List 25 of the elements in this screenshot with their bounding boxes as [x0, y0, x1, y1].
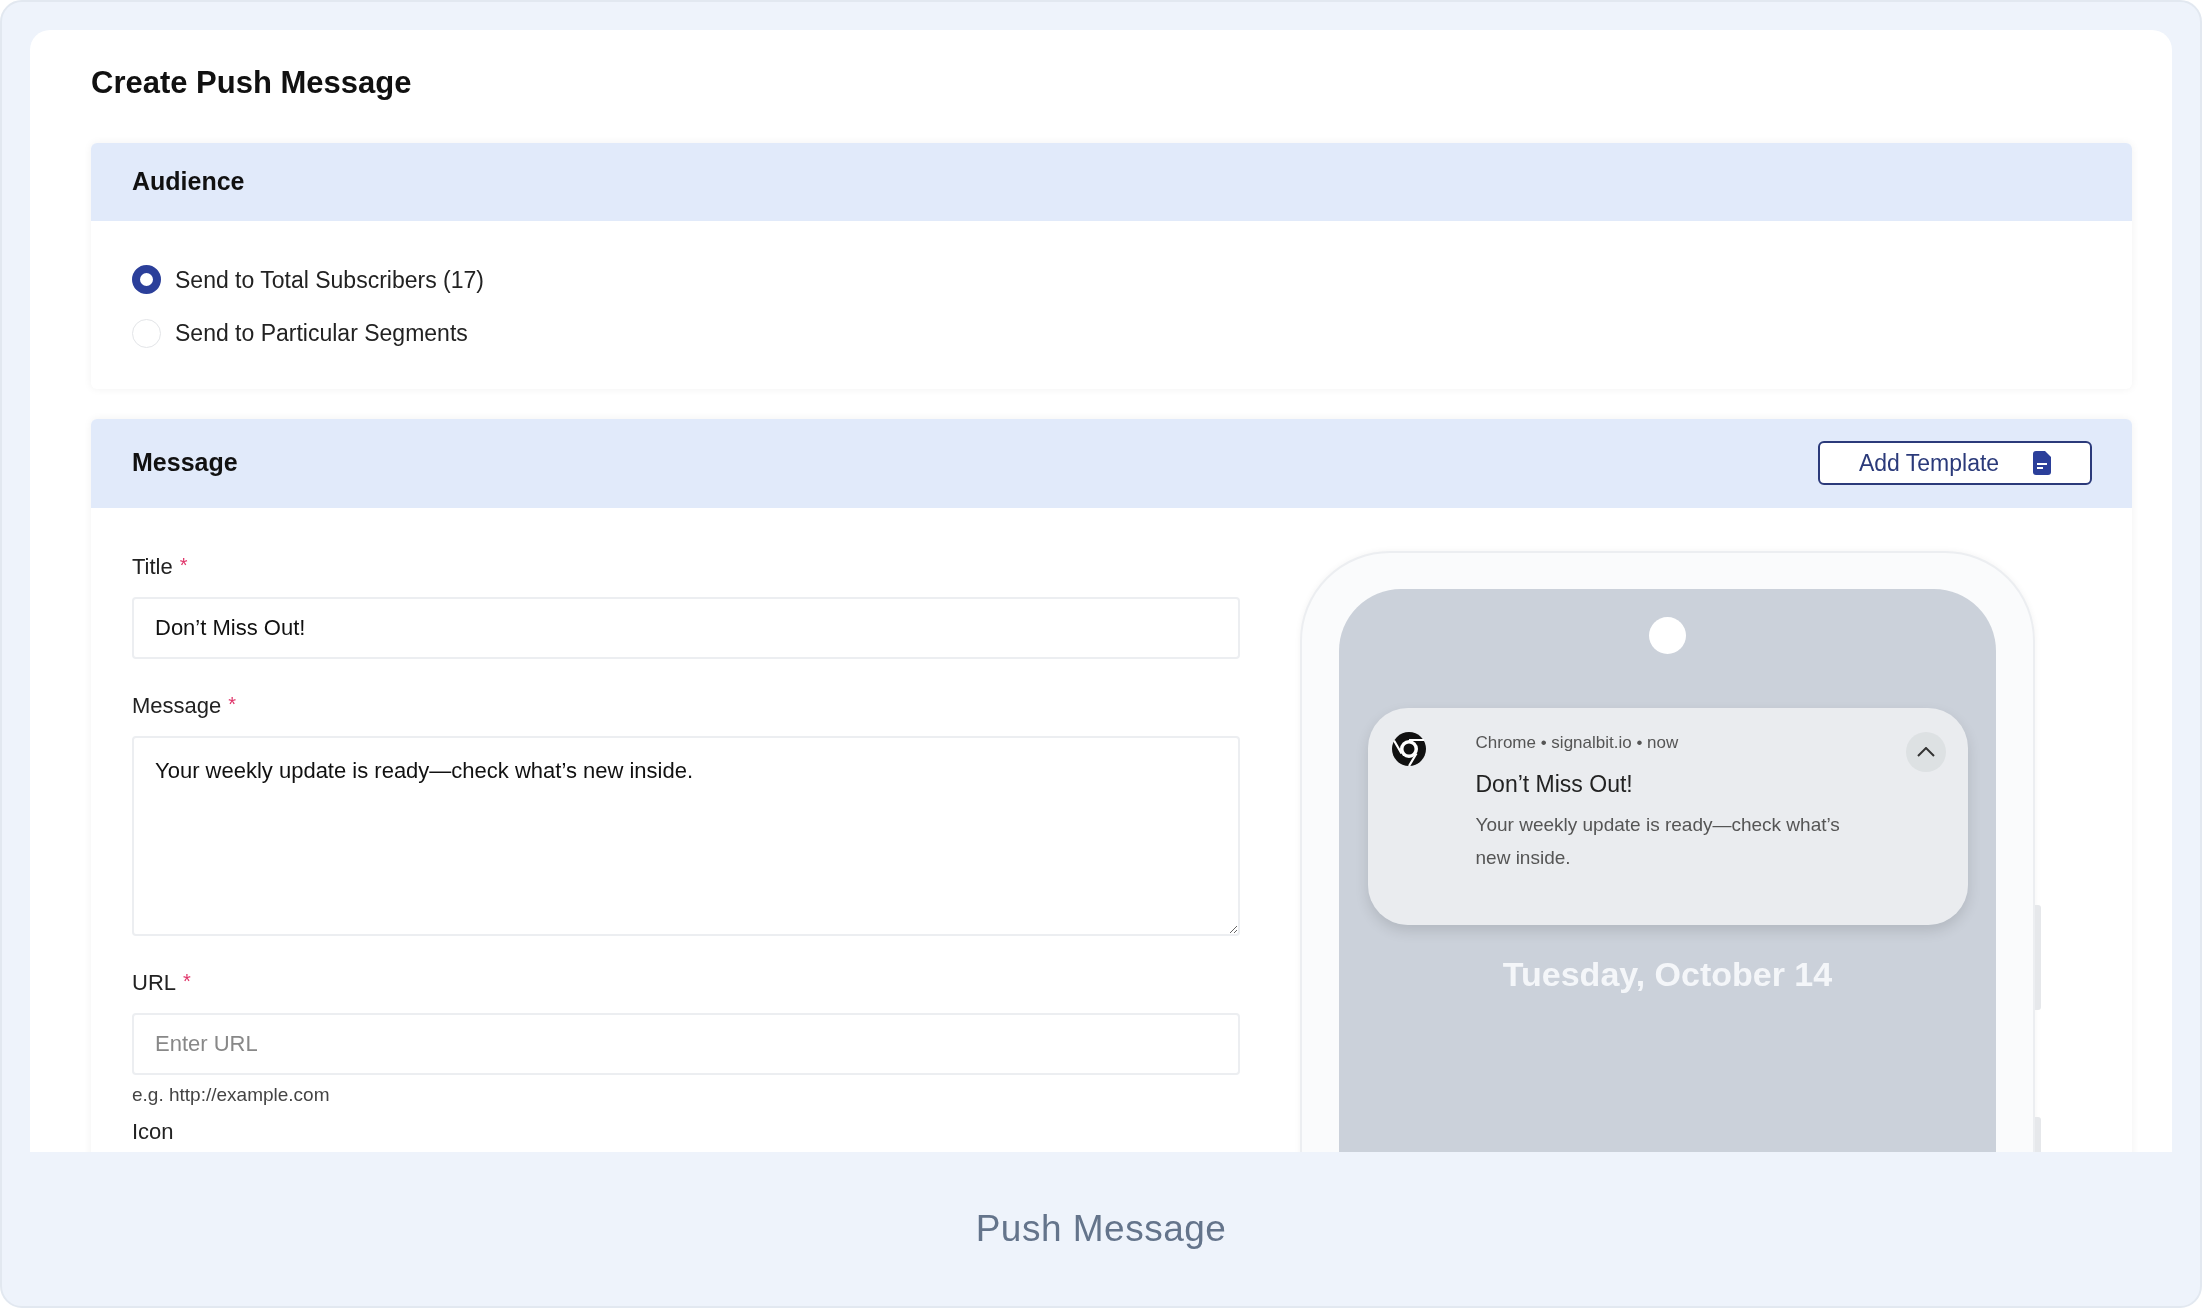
field-label: Message — [132, 691, 222, 720]
radio-label: Send to Total Subscribers (17) — [175, 265, 484, 295]
page-title: Create Push Message — [91, 64, 413, 102]
field-label: Title — [132, 552, 173, 581]
required-mark: * — [179, 552, 188, 578]
notification-body: Your weekly update is ready—check what’s new inside. — [1475, 812, 1841, 870]
input-field[interactable]: Don’t Miss Out! — [132, 596, 1240, 659]
field-label: Icon — [132, 1118, 174, 1146]
add-template-button[interactable]: Add Template — [1818, 441, 2092, 485]
radio-button[interactable] — [132, 265, 161, 295]
hint-text: e.g. http://example.com — [132, 1082, 331, 1107]
required-mark: * — [228, 691, 237, 717]
notification-source: Chrome • signalbit.io • now — [1475, 731, 1680, 754]
caption-text: Push Message — [975, 1207, 1227, 1252]
notification-title: Don’t Miss Out! — [1475, 770, 1634, 799]
input-field[interactable]: Enter URL — [132, 1012, 1240, 1075]
required-mark: * — [183, 968, 191, 994]
chrome-icon — [1391, 731, 1426, 766]
section-title: Audience — [132, 165, 245, 197]
radio-label: Send to Particular Segments — [175, 319, 468, 348]
section-title: Message — [132, 447, 238, 479]
textarea-field[interactable]: Your weekly update is ready—check what’s new inside. — [132, 735, 1240, 936]
field-label: URL — [132, 968, 176, 997]
document-icon — [2033, 451, 2052, 475]
chevron-up-icon — [1916, 746, 1935, 757]
